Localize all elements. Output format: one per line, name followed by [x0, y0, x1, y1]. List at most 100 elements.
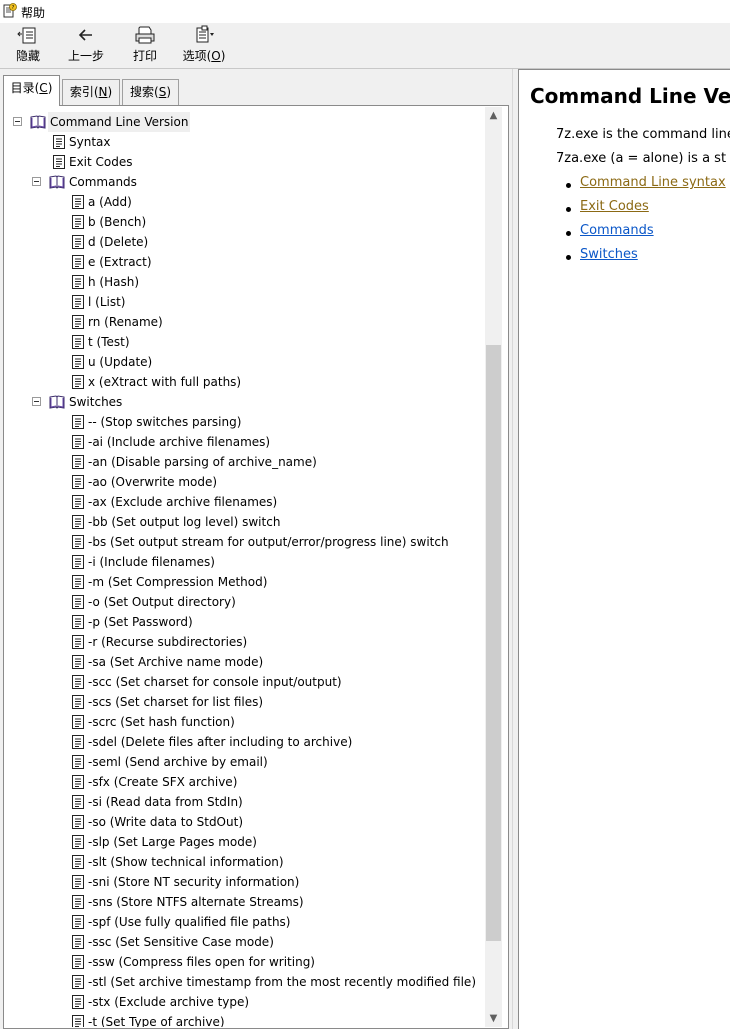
topic-page-icon — [71, 714, 85, 730]
tab-index-label: 索引( — [69, 85, 99, 99]
help-app-icon: ? — [3, 3, 17, 18]
tree-node-switch-item[interactable]: -stl (Set archive timestamp from the mos… — [5, 972, 485, 992]
collapse-toggle-icon[interactable] — [13, 117, 22, 126]
tree-node-switch-item[interactable]: -sdel (Delete files after including to a… — [5, 732, 485, 752]
tree-node-switch-item[interactable]: -scs (Set charset for list files) — [5, 692, 485, 712]
topic-page-icon — [71, 494, 85, 510]
tree-node-switch-item[interactable]: -r (Recurse subdirectories) — [5, 632, 485, 652]
tree-node-exit-codes[interactable]: Exit Codes — [5, 152, 485, 172]
topic-page-icon — [71, 854, 85, 870]
tab-contents[interactable]: 目录(C) — [3, 75, 60, 106]
topic-page-icon — [71, 214, 85, 230]
topic-page-icon — [71, 634, 85, 650]
tree-node-switch-item[interactable]: -ax (Exclude archive filenames) — [5, 492, 485, 512]
tree-node-command-item[interactable]: rn (Rename) — [5, 312, 485, 332]
tree-node-switch-item[interactable]: -m (Set Compression Method) — [5, 572, 485, 592]
topic-link[interactable]: Switches — [580, 247, 638, 262]
tree-node-label: -stl (Set archive timestamp from the mos… — [88, 975, 476, 989]
tree-node-command-item[interactable]: d (Delete) — [5, 232, 485, 252]
topic-link[interactable]: Commands — [580, 223, 654, 238]
collapse-toggle-icon[interactable] — [32, 397, 41, 406]
tree-node-switch-item[interactable]: -sfx (Create SFX archive) — [5, 772, 485, 792]
tree-node-command-item[interactable]: b (Bench) — [5, 212, 485, 232]
tree-node-syntax[interactable]: Syntax — [5, 132, 485, 152]
topic-link[interactable]: Exit Codes — [580, 199, 649, 214]
scroll-up-icon[interactable]: ▲ — [485, 107, 502, 124]
tree-node-switch-item[interactable]: -slp (Set Large Pages mode) — [5, 832, 485, 852]
tree-node-switch-item[interactable]: -sa (Set Archive name mode) — [5, 652, 485, 672]
tree-node-label: t (Test) — [88, 335, 130, 349]
tab-search-end: ) — [166, 85, 171, 99]
tree-node-switch-item[interactable]: -spf (Use fully qualified file paths) — [5, 912, 485, 932]
tree-node-switch-item[interactable]: -sni (Store NT security information) — [5, 872, 485, 892]
tree-node-command-item[interactable]: h (Hash) — [5, 272, 485, 292]
tree-node-switch-item[interactable]: -stx (Exclude archive type) — [5, 992, 485, 1012]
tree-node-switch-item[interactable]: -t (Set Type of archive) — [5, 1012, 485, 1027]
tree-node-switch-item[interactable]: -bs (Set output stream for output/error/… — [5, 532, 485, 552]
tree-node-switch-item[interactable]: -sns (Store NTFS alternate Streams) — [5, 892, 485, 912]
topic-page-icon — [71, 674, 85, 690]
print-button[interactable]: 打印 — [130, 25, 160, 65]
tree-node-command-item[interactable]: l (List) — [5, 292, 485, 312]
tree-node-command-item[interactable]: t (Test) — [5, 332, 485, 352]
tree-node-label: h (Hash) — [88, 275, 140, 289]
topic-page-icon — [71, 734, 85, 750]
tree-node-label: -so (Write data to StdOut) — [88, 815, 243, 829]
options-button[interactable]: 选项(O) — [181, 25, 227, 65]
hide-button[interactable]: 隐藏 — [12, 25, 44, 65]
topic-paragraph-2: 7za.exe (a = alone) is a st — [556, 151, 727, 166]
toolbar: 隐藏 上一步 打印 选项(O) — [0, 23, 730, 69]
topic-page-icon — [71, 514, 85, 530]
tree-node-label: -bb (Set output log level) switch — [88, 515, 281, 529]
options-button-label: 选项(O) — [181, 47, 227, 64]
tree-node-commands[interactable]: Commands — [5, 172, 485, 192]
tree-node-label: a (Add) — [88, 195, 132, 209]
tree-node-label: -sa (Set Archive name mode) — [88, 655, 264, 669]
tree-node-switch-item[interactable]: -ssw (Compress files open for writing) — [5, 952, 485, 972]
tree-node-switch-item[interactable]: -si (Read data from StdIn) — [5, 792, 485, 812]
topic-page-icon — [71, 794, 85, 810]
tree-node-command-line-version[interactable]: Command Line Version — [5, 112, 485, 132]
back-button-label: 上一步 — [67, 49, 104, 63]
hide-pane-icon — [17, 27, 36, 44]
tree-node-switch-item[interactable]: -ssc (Set Sensitive Case mode) — [5, 932, 485, 952]
tree-node-command-item[interactable]: x (eXtract with full paths) — [5, 372, 485, 392]
tree-node-switch-item[interactable]: -scrc (Set hash function) — [5, 712, 485, 732]
topic-link[interactable]: Command Line syntax — [580, 175, 726, 190]
tree-node-switch-item[interactable]: -slt (Show technical information) — [5, 852, 485, 872]
tree-node-switch-item[interactable]: -seml (Send archive by email) — [5, 752, 485, 772]
tree-node-label: -o (Set Output directory) — [88, 595, 236, 609]
tree-node-switch-item[interactable]: -scc (Set charset for console input/outp… — [5, 672, 485, 692]
tree-node-label: -bs (Set output stream for output/error/… — [88, 535, 449, 549]
back-button[interactable]: 上一步 — [66, 25, 106, 65]
tree-node-switch-item[interactable]: -o (Set Output directory) — [5, 592, 485, 612]
tab-index-end: ) — [107, 85, 113, 99]
scroll-down-icon[interactable]: ▼ — [485, 1010, 502, 1027]
tree-node-switch-item[interactable]: -i (Include filenames) — [5, 552, 485, 572]
tree-node-switches[interactable]: Switches — [5, 392, 485, 412]
tree-node-label: -an (Disable parsing of archive_name) — [88, 455, 317, 469]
tree-node-switch-item[interactable]: -- (Stop switches parsing) — [5, 412, 485, 432]
scrollbar-thumb[interactable] — [486, 345, 501, 941]
topic-page-icon — [71, 874, 85, 890]
tree-node-command-item[interactable]: a (Add) — [5, 192, 485, 212]
collapse-toggle-icon[interactable] — [32, 177, 41, 186]
topic-page-icon — [71, 834, 85, 850]
tree-node-switch-item[interactable]: -ao (Overwrite mode) — [5, 472, 485, 492]
tree-node-switch-item[interactable]: -bb (Set output log level) switch — [5, 512, 485, 532]
tree-node-switch-item[interactable]: -so (Write data to StdOut) — [5, 812, 485, 832]
contents-tree: Command Line Version Syntax Exit Codes Comm… — [5, 112, 485, 1027]
tree-node-label: -r (Recurse subdirectories) — [88, 635, 248, 649]
topic-page-icon — [71, 694, 85, 710]
options-icon — [196, 25, 214, 43]
topic-page-icon — [71, 274, 85, 290]
tree-node-switch-item[interactable]: -ai (Include archive filenames) — [5, 432, 485, 452]
svg-text:?: ? — [12, 5, 15, 11]
tree-node-command-item[interactable]: u (Update) — [5, 352, 485, 372]
tree-scrollbar[interactable]: ▲ ▼ — [485, 107, 502, 1027]
tab-index[interactable]: 索引(N) — [62, 79, 120, 105]
tab-search[interactable]: 搜索(S) — [122, 79, 179, 105]
tree-node-switch-item[interactable]: -p (Set Password) — [5, 612, 485, 632]
tree-node-switch-item[interactable]: -an (Disable parsing of archive_name) — [5, 452, 485, 472]
tree-node-command-item[interactable]: e (Extract) — [5, 252, 485, 272]
